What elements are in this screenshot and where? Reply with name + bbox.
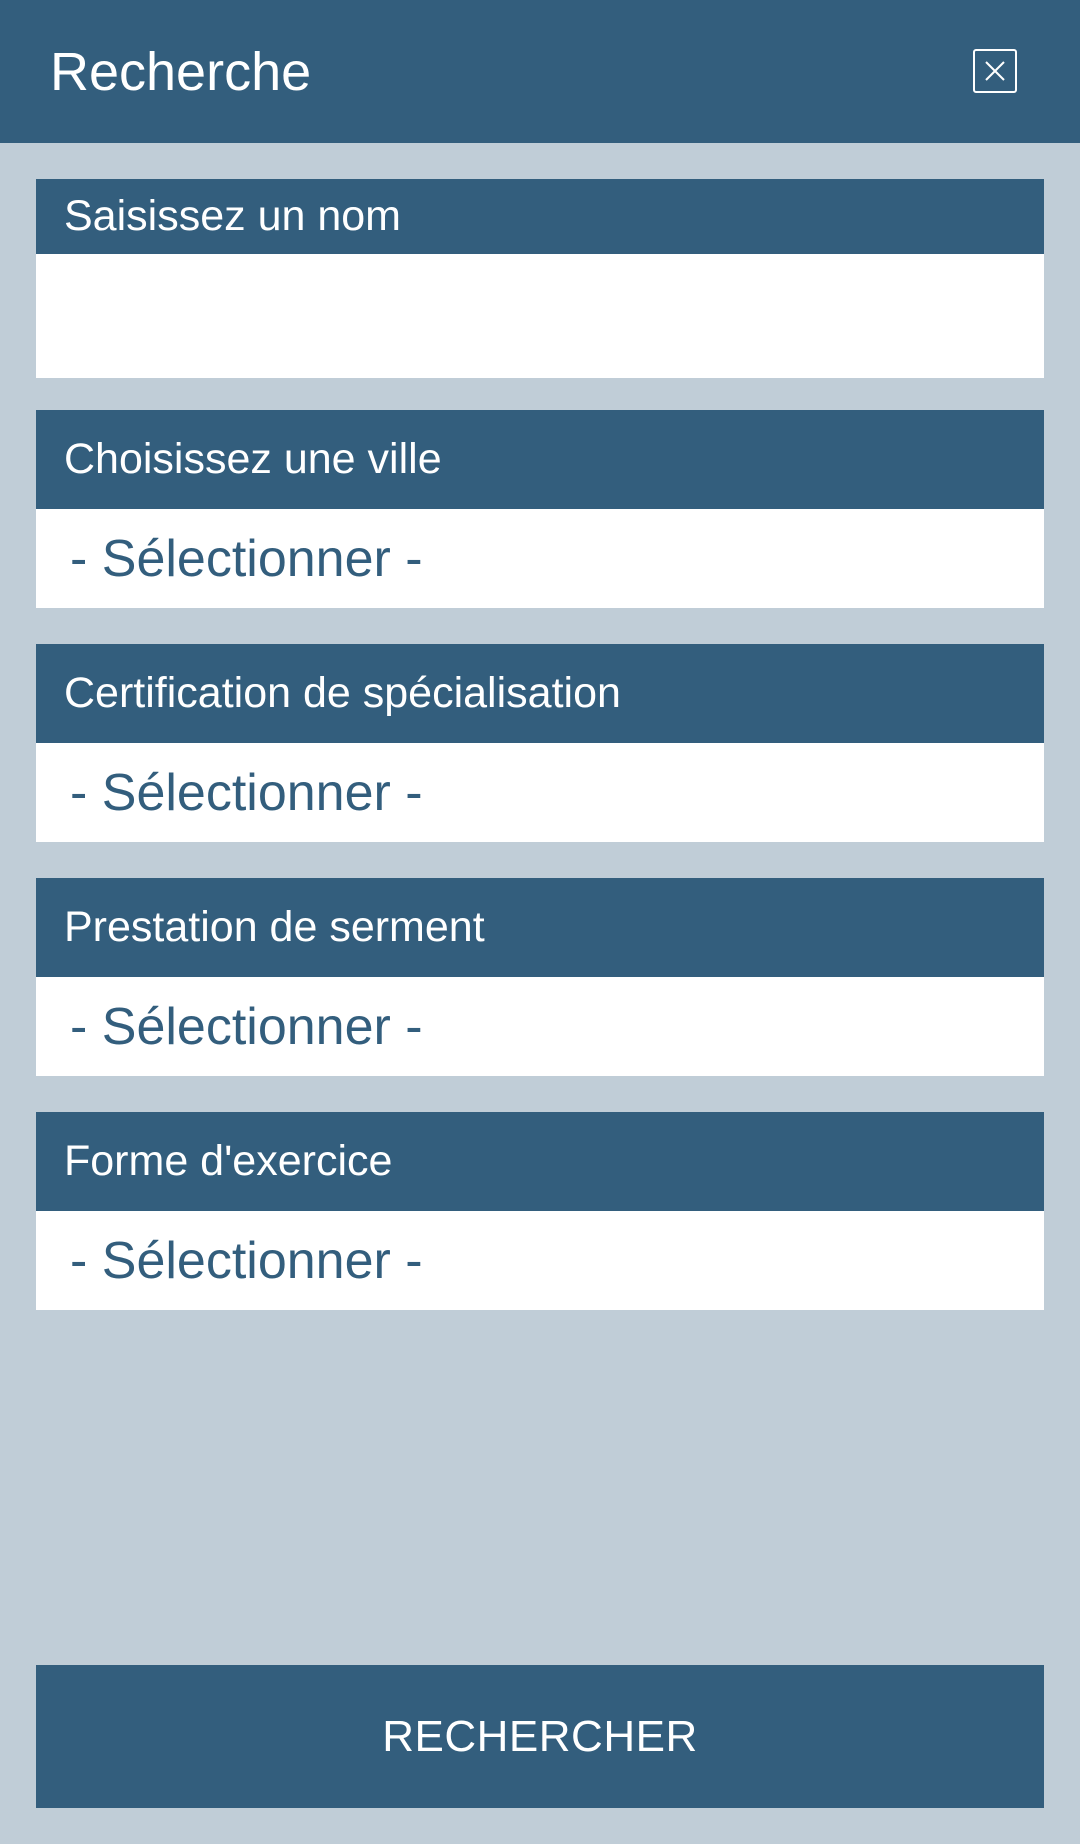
practice-select[interactable]: - Sélectionner - [36,1211,1044,1310]
oath-field: Prestation de serment - Sélectionner - [36,878,1044,1076]
close-icon [985,61,1005,81]
search-button[interactable]: RECHERCHER [36,1665,1044,1808]
oath-select[interactable]: - Sélectionner - [36,977,1044,1076]
city-select-value: - Sélectionner - [70,529,423,588]
practice-field: Forme d'exercice - Sélectionner - [36,1112,1044,1310]
city-select[interactable]: - Sélectionner - [36,509,1044,608]
name-field-body [36,254,1044,378]
certification-field-label: Certification de spécialisation [36,644,1044,743]
page-title: Recherche [50,42,312,102]
header-bar: Recherche [0,0,1080,143]
city-field: Choisissez une ville - Sélectionner - [36,410,1044,608]
name-input[interactable] [36,254,1044,378]
practice-select-value: - Sélectionner - [70,1231,423,1290]
name-field: Saisissez un nom [36,179,1044,378]
oath-field-label: Prestation de serment [36,878,1044,977]
certification-select[interactable]: - Sélectionner - [36,743,1044,842]
certification-field: Certification de spécialisation - Sélect… [36,644,1044,842]
name-field-label: Saisissez un nom [36,179,1044,254]
city-field-label: Choisissez une ville [36,410,1044,509]
close-button[interactable] [973,49,1017,93]
oath-select-value: - Sélectionner - [70,997,423,1056]
practice-field-label: Forme d'exercice [36,1112,1044,1211]
certification-select-value: - Sélectionner - [70,763,423,822]
